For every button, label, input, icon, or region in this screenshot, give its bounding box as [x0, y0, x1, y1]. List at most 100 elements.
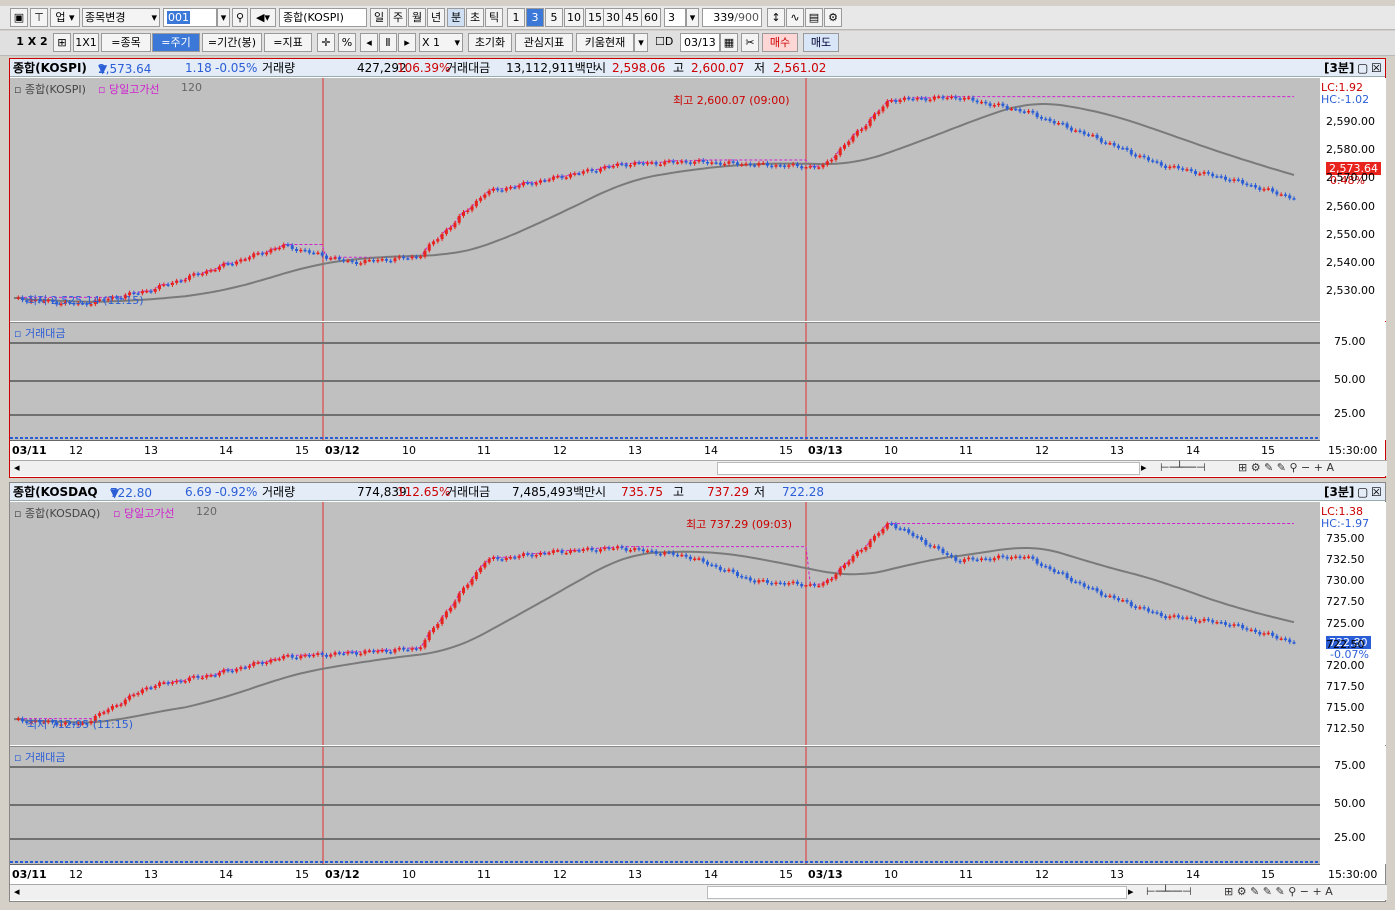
pin-icon[interactable]: ⊤ [30, 8, 48, 27]
period-button[interactable]: =주기 [152, 33, 200, 52]
next-icon[interactable]: ▸ [398, 33, 416, 52]
crosshair-icon[interactable]: ✛ [317, 33, 335, 52]
scroll-right-icon[interactable]: ▸ [1141, 461, 1147, 474]
price-chart-area[interactable]: ▫ 종합(KOSPI) ▫ 당일고가선 120 최고 2,600.07 (09:… [10, 78, 1320, 321]
tool-icons[interactable]: ⊞ ⚙ ✎ ✎ ⚲ − + A [1238, 461, 1334, 474]
candle-body [1039, 117, 1043, 119]
close-icon[interactable]: ☒ [1371, 484, 1382, 500]
volume-axis: 75.00 50.00 25.00 [1320, 746, 1386, 864]
candle-type-icon[interactable]: ↕ [767, 8, 785, 27]
interval-3[interactable]: 3 [526, 8, 544, 27]
candle-body [466, 210, 470, 213]
kiwoom-dropdown-icon[interactable]: ▾ [634, 33, 648, 52]
candle-body [1078, 130, 1082, 132]
kiwoom-current-button[interactable]: 키움현재 [576, 33, 634, 52]
chart-scrollbar[interactable]: ◂ ▸ ⊢─┴──⊣ ⊞ ⚙ ✎ ✎ ⚲ − + A [10, 460, 1387, 476]
candle-body [333, 652, 337, 655]
count-input[interactable]: 339/900 [702, 8, 762, 27]
price-tick-label: 2,580.00 [1326, 143, 1375, 157]
item-button[interactable]: =종목 [101, 33, 151, 52]
candle-body [830, 578, 834, 581]
chart-scrollbar[interactable]: ◂ ▸ ⊢─┴──⊣ ⊞ ⚙ ✎ ✎ ✎ ⚲ − + A [10, 884, 1387, 900]
line-type-icon[interactable]: ∿ [786, 8, 804, 27]
candle-body [654, 551, 658, 554]
candle-body [932, 546, 936, 548]
candle-body [128, 695, 132, 700]
interval-60[interactable]: 60 [641, 8, 661, 27]
volume-chart-area[interactable]: ▫ 거래대금 [10, 746, 1320, 864]
prev-icon[interactable]: ◂ [360, 33, 378, 52]
scroll-left-icon[interactable]: ◂ [14, 885, 20, 898]
time-tick-label: 12 [69, 868, 83, 881]
candle-body [616, 546, 620, 549]
candle-body [890, 100, 894, 102]
volume-legend: ▫ 거래대금 [14, 751, 66, 764]
single-layout-button[interactable]: 1X1 [73, 33, 99, 52]
tool-icons[interactable]: ⊞ ⚙ ✎ ✎ ✎ ⚲ − + A [1224, 885, 1333, 898]
period-minute[interactable]: 분 [447, 8, 465, 27]
pause-icon[interactable]: Ⅱ [379, 33, 397, 52]
maximize-icon[interactable]: ▢ [1357, 484, 1368, 500]
period-month[interactable]: 월 [408, 8, 426, 27]
window-icon[interactable]: ▣ [10, 8, 28, 27]
scale-select[interactable]: X 1 ▾ [419, 33, 463, 52]
search-icon[interactable]: ⚲ [232, 8, 248, 27]
candle-body [119, 704, 123, 706]
interval-45[interactable]: 45 [622, 8, 642, 27]
price-tick-label: 2,530.00 [1326, 283, 1375, 297]
time-tick-label: 15 [295, 868, 309, 881]
scroll-left-icon[interactable]: ◂ [14, 461, 20, 474]
scroll-right-icon[interactable]: ▸ [1128, 885, 1134, 898]
interval-1[interactable]: 1 [507, 8, 525, 27]
layout-label[interactable]: 1 X 2 [12, 33, 52, 52]
scissor-icon[interactable]: ✂ [741, 33, 759, 52]
change-item-dropdown[interactable]: 종목변경 ▾ [82, 8, 160, 27]
date-checkbox[interactable]: ☐D [655, 33, 679, 52]
index-name-display: 종합(KOSPI) [279, 8, 367, 27]
indicator-button[interactable]: =지표 [264, 33, 312, 52]
period-second[interactable]: 초 [466, 8, 484, 27]
percent-button[interactable]: % [338, 33, 356, 52]
candle-body [166, 682, 170, 685]
speaker-icon[interactable]: ◀▾ [250, 8, 276, 27]
candle-body [1044, 118, 1048, 121]
candle-body [367, 650, 371, 653]
candle-body [791, 581, 795, 584]
reset-button[interactable]: 초기화 [468, 33, 512, 52]
interval-5[interactable]: 5 [545, 8, 563, 27]
interval-10[interactable]: 10 [564, 8, 584, 27]
candle-body [671, 160, 675, 163]
multiplier-input[interactable]: 3 [664, 8, 686, 27]
zoom-slider[interactable]: ⊢─┴──⊣ [1160, 461, 1206, 474]
close-icon[interactable]: ☒ [1371, 60, 1382, 76]
scroll-thumb[interactable] [707, 886, 1127, 899]
time-tick-label: 14 [1186, 868, 1200, 881]
interval-30[interactable]: 30 [603, 8, 623, 27]
period-day[interactable]: 일 [370, 8, 388, 27]
candle-body [423, 250, 427, 257]
period-year[interactable]: 년 [427, 8, 445, 27]
zoom-slider[interactable]: ⊢─┴──⊣ [1146, 885, 1192, 898]
interval-15[interactable]: 15 [585, 8, 605, 27]
buy-button[interactable]: 매수 [762, 33, 798, 52]
code-dropdown-icon[interactable]: ▾ [217, 8, 230, 27]
volume-chart-area[interactable]: ▫ 거래대금 [10, 322, 1320, 440]
period-week[interactable]: 주 [389, 8, 407, 27]
save-icon[interactable]: ▤ [805, 8, 823, 27]
grid-icon[interactable]: ⊞ [53, 33, 71, 52]
scroll-thumb[interactable] [717, 462, 1140, 475]
candle-body [688, 556, 692, 560]
watch-indicator-button[interactable]: 관심지표 [515, 33, 573, 52]
date-input[interactable]: 03/13 [680, 33, 720, 52]
maximize-icon[interactable]: ▢ [1357, 60, 1368, 76]
code-input[interactable]: 001 [163, 8, 217, 27]
range-button[interactable]: =기간(봉) [202, 33, 262, 52]
sell-button[interactable]: 매도 [803, 33, 839, 52]
market-select[interactable]: 업 ▾ [50, 8, 80, 27]
multiplier-dropdown-icon[interactable]: ▾ [686, 8, 699, 27]
settings-icon[interactable]: ⚙ [824, 8, 842, 27]
price-chart-area[interactable]: ▫ 종합(KOSDAQ) ▫ 당일고가선 120 최고 737.29 (09:0… [10, 502, 1320, 745]
candle-body [230, 670, 234, 673]
period-tick[interactable]: 틱 [485, 8, 503, 27]
calendar-icon[interactable]: ▦ [720, 33, 738, 52]
